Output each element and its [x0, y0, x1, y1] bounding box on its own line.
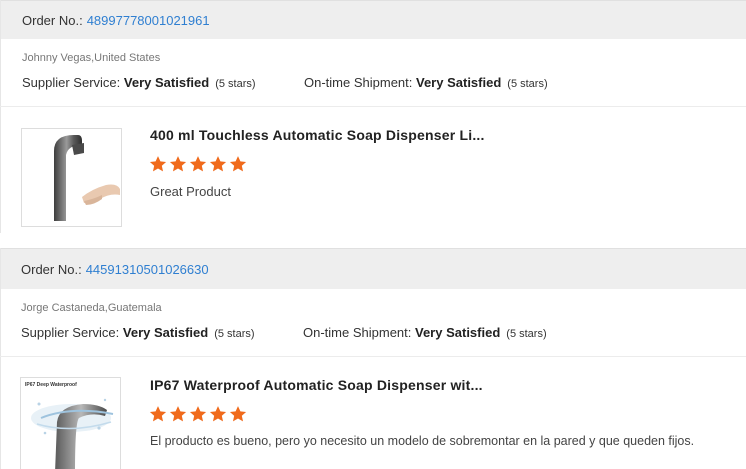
star-icon: [149, 406, 167, 422]
supplier-rating: Supplier Service: Very Satisfied (5 stars…: [22, 75, 304, 90]
supplier-value: Very Satisfied: [123, 75, 210, 90]
waterproof-dispenser-image: IP67 Deep Waterproof: [25, 382, 114, 469]
star-icon: [149, 156, 167, 172]
buyer-info: Johnny Vegas,United States: [22, 52, 161, 64]
supplier-label: Supplier Service:: [22, 75, 121, 90]
star-icon: [169, 406, 187, 422]
review-text: Great Product: [150, 184, 231, 199]
soap-dispenser-image: [54, 135, 120, 221]
shipment-rating: On-time Shipment: Very Satisfied (5 stars…: [303, 325, 547, 340]
shipment-label: On-time Shipment:: [304, 75, 413, 90]
star-icon: [229, 156, 247, 172]
product-review: IP67 Deep Waterproof IP67 Waterproof Aut…: [0, 357, 746, 469]
supplier-stars-note: (5 stars): [215, 78, 256, 90]
shipment-rating: On-time Shipment: Very Satisfied (5 stars…: [304, 75, 548, 90]
star-rating: [149, 405, 247, 423]
order-meta: Johnny Vegas,United States Supplier Serv…: [0, 39, 746, 107]
star-icon: [209, 156, 227, 172]
shipment-value: Very Satisfied: [416, 75, 502, 90]
review-text: El producto es bueno, pero yo necesito u…: [150, 434, 695, 448]
star-icon: [189, 406, 207, 422]
star-icon: [169, 156, 187, 172]
star-rating: [149, 155, 247, 173]
supplier-value: Very Satisfied: [122, 325, 209, 340]
order-card: Order No.: 44591310501026630 Jorge Casta…: [0, 248, 746, 469]
product-name-link[interactable]: 400 ml Touchless Automatic Soap Dispense…: [150, 127, 485, 143]
supplier-rating: Supplier Service: Very Satisfied (5 stars…: [21, 325, 303, 340]
supplier-label: Supplier Service:: [21, 325, 120, 340]
supplier-stars-note: (5 stars): [214, 328, 255, 340]
service-ratings: Supplier Service: Very Satisfied (5 stars…: [22, 75, 548, 90]
product-thumbnail[interactable]: [21, 128, 122, 227]
order-card: Order No.: 48997778001021961 Johnny Vega…: [0, 0, 746, 233]
shipment-stars-note: (5 stars): [506, 328, 547, 340]
shipment-label: On-time Shipment:: [303, 325, 412, 340]
star-icon: [209, 406, 227, 422]
product-thumbnail[interactable]: IP67 Deep Waterproof: [20, 377, 121, 469]
shipment-stars-note: (5 stars): [507, 78, 548, 90]
shipment-value: Very Satisfied: [415, 325, 501, 340]
star-icon: [189, 156, 207, 172]
product-name-link[interactable]: IP67 Waterproof Automatic Soap Dispenser…: [150, 377, 483, 393]
order-meta: Jorge Castaneda,Guatemala Supplier Servi…: [0, 289, 746, 357]
product-review: 400 ml Touchless Automatic Soap Dispense…: [0, 107, 746, 233]
service-ratings: Supplier Service: Very Satisfied (5 stars…: [21, 325, 547, 340]
thumb-caption: IP67 Deep Waterproof: [25, 382, 77, 388]
buyer-info: Jorge Castaneda,Guatemala: [21, 302, 162, 314]
star-icon: [229, 406, 247, 422]
